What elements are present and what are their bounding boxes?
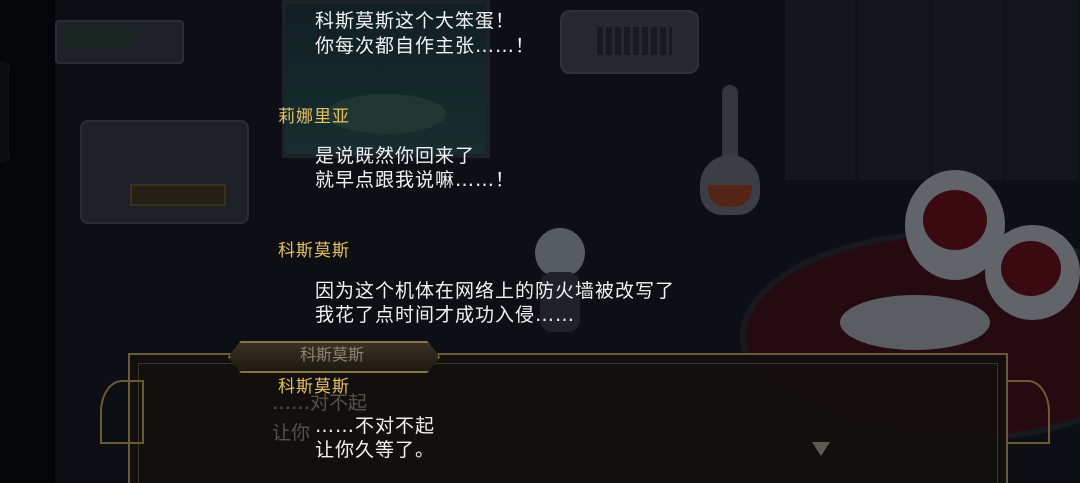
game-scene-background: 科斯莫斯 ……对不起 让你	[0, 0, 1080, 483]
log-entry-1-line-1: 科斯莫斯这个大笨蛋！	[315, 10, 516, 32]
log-entry-3-speaker: 科斯莫斯	[278, 241, 350, 261]
log-entry-3-line-1: 因为这个机体在网络上的防火墙被改写了	[315, 280, 676, 302]
frame-ornament-left	[100, 380, 144, 444]
log-entry-3-line-2: 我花了点时间才成功入侵……	[315, 304, 576, 326]
log-entry-4-line-1: ……不对不起	[315, 415, 436, 437]
log-entry-2-speaker: 莉娜里亚	[278, 107, 350, 127]
log-entry-4-line-2: 让你久等了。	[315, 439, 436, 461]
log-entry-4-speaker: 科斯莫斯	[278, 377, 350, 397]
frame-ornament-right	[1006, 380, 1050, 444]
log-entry-1-line-2: 你每次都自作主张……！	[315, 35, 536, 57]
dialogue-ghost-line-2: 让你	[272, 422, 311, 444]
log-entry-2-line-2: 就早点跟我说嘛……！	[315, 169, 516, 191]
log-entry-2-line-1: 是说既然你回来了	[315, 145, 476, 167]
next-arrow-icon[interactable]	[812, 442, 830, 456]
speaker-name-plate-text: 科斯莫斯	[299, 345, 364, 364]
